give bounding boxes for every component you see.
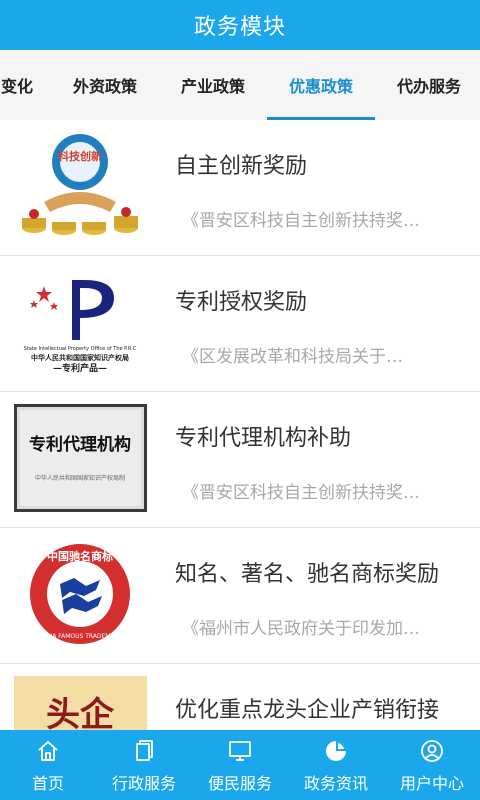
list-item[interactable]: State Intellectual Property Office of Th… — [0, 256, 480, 392]
item-title: 专利代理机构补助 — [175, 426, 352, 451]
list-item[interactable]: 专利代理机构 中华人民共和国国家知识产权局制 专利代理机构补助 《晋安区科技自主… — [0, 392, 480, 528]
header-bar: 政务模块 — [0, 0, 480, 50]
item-summary: 《晋安区科技自主创新扶持奖… — [182, 483, 420, 503]
tab-label: 代办服务 — [396, 77, 461, 96]
nav-user-center[interactable]: 用户中心 — [384, 730, 480, 800]
seal-text-en: CHINA FAMOUS TRADEMARK — [37, 633, 124, 640]
item-title: 专利授权奖励 — [175, 290, 308, 315]
list-item[interactable]: 中国驰名商标 CHINA FAMOUS TRADEMARK 知名、著名、驰名商标… — [0, 528, 480, 664]
list-item[interactable]: 科技创新 自主创新奖励 《晋安区科技自主创新扶持奖… — [0, 120, 480, 256]
plaque-text: 专利代理机构 — [29, 434, 131, 455]
item-title: 优化重点龙头企业产销衔接 — [175, 698, 440, 723]
nav-public-service[interactable]: 便民服务 — [192, 730, 288, 800]
patent-office-logo-thumbnail: State Intellectual Property Office of Th… — [14, 268, 147, 376]
tab-label: 变化 — [0, 77, 33, 96]
trademark-seal-thumbnail: 中国驰名商标 CHINA FAMOUS TRADEMARK — [14, 540, 147, 648]
tab-industry-policy[interactable]: 产业政策 — [159, 50, 267, 120]
bottom-nav: 首页 行政服务 便民服务 政务资讯 用户中心 — [0, 730, 480, 800]
sign-text: 头企 — [46, 695, 115, 730]
tab-label: 优惠政策 — [288, 77, 353, 96]
nav-label: 便民服务 — [207, 774, 272, 793]
thumb-caption-product: —专利产品— — [53, 362, 107, 374]
enterprise-sign-thumbnail: 头企 — [14, 676, 147, 730]
app-screen: 政务模块 变化 外资政策 产业政策 优惠政策 代办服务 科技创新 自主创新奖励 … — [0, 0, 480, 800]
pie-chart-icon — [323, 738, 349, 764]
policy-list: 科技创新 自主创新奖励 《晋安区科技自主创新扶持奖… State Intelle… — [0, 120, 480, 730]
plaque-subtext: 中华人民共和国国家知识产权局制 — [35, 474, 125, 482]
item-summary: 《晋安区科技自主创新扶持奖… — [182, 211, 420, 231]
tab-label: 产业政策 — [180, 77, 245, 96]
item-summary: 《区发展改革和科技局关于… — [182, 347, 403, 367]
tab-preferential-policy[interactable]: 优惠政策 — [267, 50, 375, 120]
nav-label: 政务资讯 — [303, 774, 368, 793]
nav-label: 用户中心 — [399, 774, 464, 793]
page-title: 政务模块 — [193, 15, 286, 40]
user-icon — [419, 738, 445, 764]
nav-home[interactable]: 首页 — [0, 730, 96, 800]
thumb-caption-cn: 中华人民共和国国家知识产权局 — [31, 353, 129, 362]
document-icon — [131, 738, 157, 764]
nav-admin-service[interactable]: 行政服务 — [96, 730, 192, 800]
tab-label: 外资政策 — [72, 77, 137, 96]
item-title: 自主创新奖励 — [175, 154, 308, 179]
nav-label: 行政服务 — [111, 774, 176, 793]
home-icon — [35, 738, 61, 764]
list-item[interactable]: 头企 优化重点龙头企业产销衔接 — [0, 664, 480, 730]
thumb-label: 科技创新 — [58, 149, 102, 163]
monitor-icon — [227, 738, 253, 764]
nav-gov-news[interactable]: 政务资讯 — [288, 730, 384, 800]
nav-label: 首页 — [31, 774, 64, 793]
seal-text-cn: 中国驰名商标 — [47, 549, 113, 563]
tab-foreign-investment-policy[interactable]: 外资政策 — [51, 50, 159, 120]
policy-tabs: 变化 外资政策 产业政策 优惠政策 代办服务 — [0, 50, 480, 121]
agency-plaque-thumbnail: 专利代理机构 中华人民共和国国家知识产权局制 — [14, 404, 147, 512]
item-title: 知名、著名、驰名商标奖励 — [175, 562, 440, 587]
innovation-thumbnail: 科技创新 — [14, 132, 147, 240]
tab-agency-service[interactable]: 代办服务 — [375, 50, 480, 120]
thumb-caption-en: State Intellectual Property Office of Th… — [24, 346, 137, 352]
item-summary: 《福州市人民政府关于印发加… — [182, 619, 420, 639]
